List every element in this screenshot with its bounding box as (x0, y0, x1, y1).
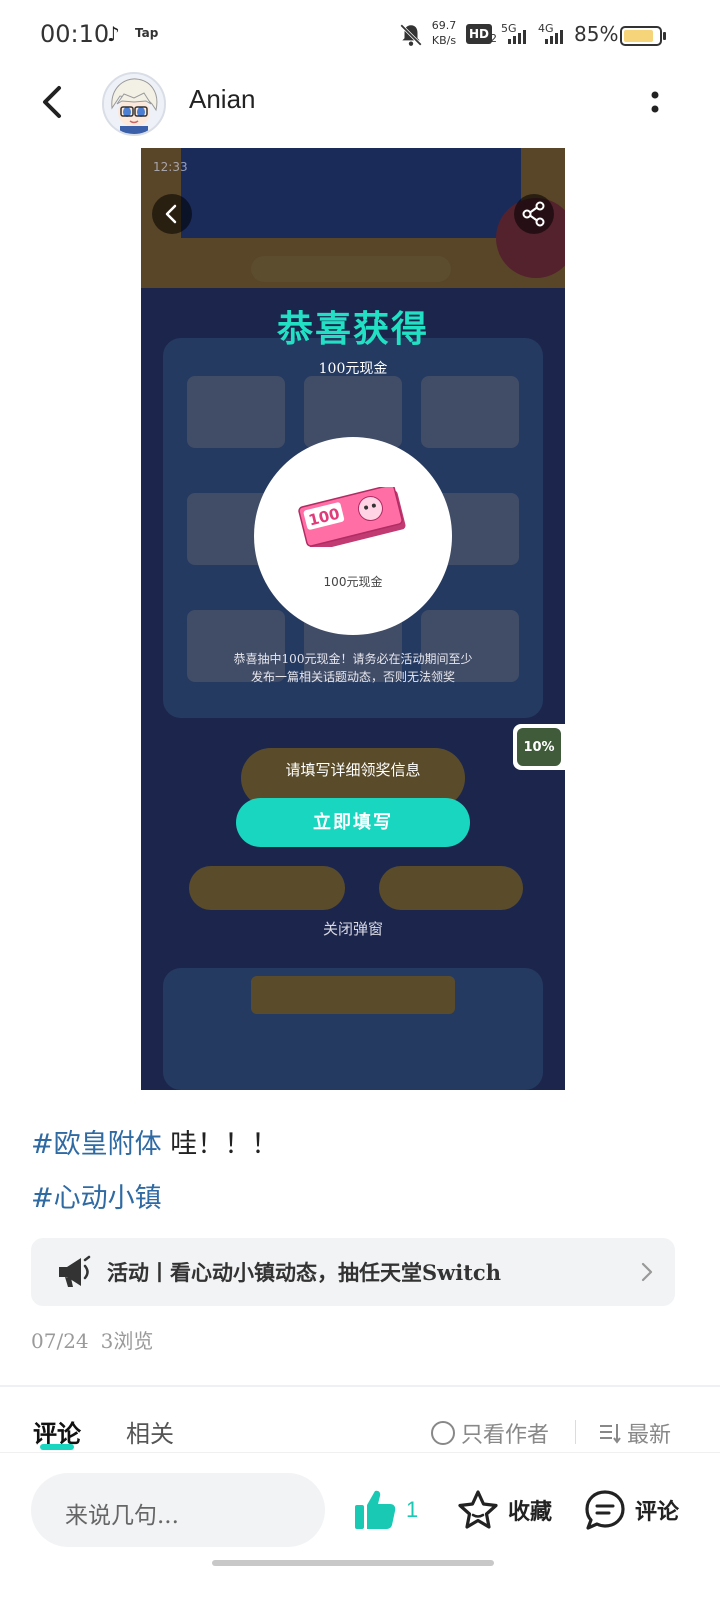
like-button[interactable]: 1 (352, 1486, 418, 1534)
prize-notice: 恭喜抽中100元现金！请务必在活动期间至少 发布一篇相关话题动态，否则无法领奖 (203, 650, 503, 686)
popup-title: 恭喜获得 (276, 308, 429, 350)
inner-status-bar: 12:33 (153, 160, 188, 174)
activity-banner[interactable]: 活动丨看心动小镇动态，抽任天堂Switch (31, 1238, 675, 1306)
signal-bars-icon (508, 30, 526, 44)
comment-input[interactable]: 来说几句... (31, 1473, 325, 1547)
radio-icon (431, 1421, 455, 1445)
bell-muted-icon (400, 24, 422, 46)
fill-info-prompt: 请填写详细领奖信息 (285, 761, 421, 779)
tiktok-icon: ♪ (107, 22, 120, 46)
hd-badge-sub: 2 (490, 32, 497, 45)
author-only-label: 只看作者 (461, 1423, 550, 1448)
tab-related[interactable]: 相关 (126, 1414, 174, 1449)
share-icon[interactable] (514, 194, 554, 234)
star-icon (458, 1490, 498, 1529)
sort-latest-button[interactable]: 最新 (598, 1419, 672, 1448)
comment-bubble-icon (585, 1490, 625, 1530)
view-count: 3浏览 (100, 1329, 154, 1353)
sort-icon (600, 1424, 621, 1444)
battery-icon (620, 26, 662, 46)
author-avatar[interactable] (102, 72, 166, 136)
hashtag-link[interactable]: #欧皇附体 (31, 1129, 162, 1160)
status-app-label: Tap (135, 26, 159, 40)
thumbs-up-icon (355, 1490, 396, 1529)
network-speed-value: 69.7 (431, 19, 457, 32)
comment-label: 评论 (635, 1499, 680, 1525)
activity-banner-text: 活动丨看心动小镇动态，抽任天堂Switch (107, 1260, 501, 1285)
megaphone-icon (59, 1255, 91, 1287)
post-header: Anian (0, 70, 720, 140)
sort-label: 最新 (627, 1423, 672, 1448)
tab-separator (575, 1420, 576, 1444)
fill-now-button[interactable]: 立即填写 (236, 798, 470, 847)
post-line: #心动小镇 (31, 1172, 691, 1226)
anime-avatar-icon (104, 74, 164, 134)
favorite-label: 收藏 (508, 1499, 553, 1525)
post-line: #欧皇附体 哇！！！ (31, 1118, 691, 1172)
hd-badge: HD (466, 24, 493, 44)
popup-subtitle: 100元现金 (318, 361, 388, 377)
comment-button[interactable]: 评论 (583, 1486, 679, 1534)
network-speed-unit: KB/s (431, 34, 457, 47)
chevron-right-icon (641, 1262, 653, 1282)
hashtag-link[interactable]: #心动小镇 (31, 1183, 162, 1214)
section-divider (0, 1385, 720, 1387)
active-tab-indicator (40, 1444, 74, 1450)
author-only-toggle[interactable]: 只看作者 (431, 1419, 550, 1448)
battery-percent: 85% (574, 22, 619, 46)
back-arrow-icon[interactable] (34, 82, 74, 122)
post-text: 哇！！！ (161, 1129, 279, 1160)
home-indicator[interactable] (212, 1560, 494, 1566)
like-count: 1 (406, 1497, 419, 1522)
status-time: 00:10 (40, 20, 110, 48)
post-date: 07/24 (31, 1329, 89, 1353)
tabs-divider (0, 1452, 720, 1453)
status-bar: 00:10 ♪ Tap 69.7 KB/s HD 2 5G 4G 85% (0, 0, 720, 70)
prize-caption: 100元现金 (323, 575, 383, 589)
prize-notice-line: 恭喜抽中100元现金！请务必在活动期间至少 (233, 652, 473, 666)
post-body: #欧皇附体 哇！！！ #心动小镇 (31, 1118, 691, 1226)
more-vertical-icon[interactable] (640, 82, 670, 122)
close-popup-link[interactable]: 关闭弹窗 (141, 918, 565, 939)
comment-input-placeholder: 来说几句... (65, 1503, 179, 1529)
prize-notice-line: 发布一篇相关话题动态，否则无法领奖 (250, 670, 455, 684)
battery-tip (663, 32, 666, 40)
network-speed: 69.7 KB/s (428, 18, 460, 48)
signal-bars-icon (545, 30, 563, 44)
favorite-button[interactable]: 收藏 (456, 1486, 552, 1534)
prize-card: 100 100元现金 (254, 437, 452, 635)
inner-back-icon[interactable] (152, 194, 192, 234)
post-image[interactable]: 12:33 恭喜获得 100元现金 100 100元现金 恭喜抽中100元现金！… (141, 148, 565, 1090)
cash-ticket-icon: 100 (298, 487, 406, 547)
post-meta: 07/24 3浏览 (31, 1325, 153, 1354)
author-name[interactable]: Anian (189, 84, 256, 115)
